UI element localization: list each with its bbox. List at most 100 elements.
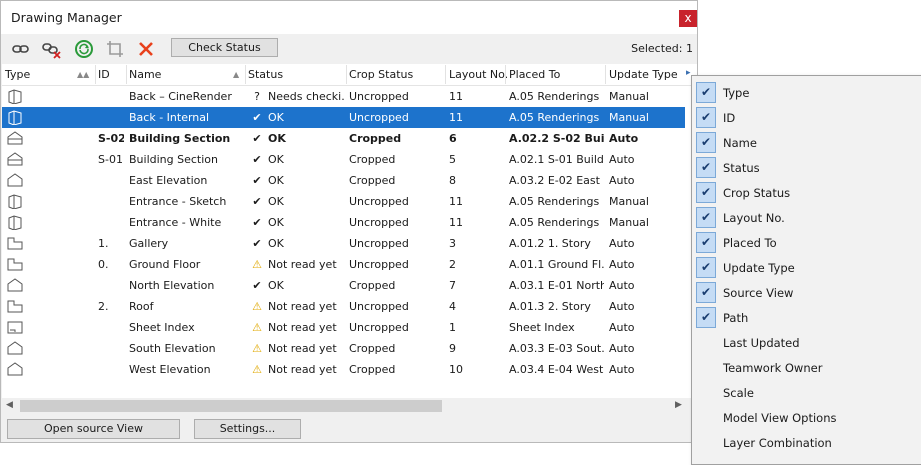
menu-item-column[interactable]: ✔ Layout No. [692,205,921,230]
delete-icon[interactable] [136,39,156,59]
menu-item-column[interactable]: Last Updated [692,330,921,355]
checkmark-icon: ✔ [252,237,262,250]
menu-item-label: Update Type [723,261,795,275]
menu-item-label: Layout No. [723,211,785,225]
menu-item-column[interactable]: ✔ Crop Status [692,180,921,205]
table-row[interactable]: Entrance - Sketch ✔ OK Uncropped 11 A.05 Rend… [2,191,685,212]
column-header-layout-no[interactable]: Layout No. [449,68,508,81]
column-header-id[interactable]: ID [98,68,110,81]
cell-status: ✔ OK [250,174,345,187]
column-divider[interactable] [95,65,96,84]
table-row[interactable]: S-02 Building Section ✔ OK Cropped 6 A.02.2 S-… [2,128,685,149]
column-menu-arrow-icon[interactable]: ▸ [686,68,691,78]
cell-status-text: Not read yet [268,342,337,355]
table-row[interactable]: S-01 Building Section ✔ OK Cropped 5 A.02.1 S-… [2,149,685,170]
menu-item-column[interactable]: ✔ Path [692,305,921,330]
cell-placed-to: A.03.4 E-04 West... [509,363,604,376]
table-row[interactable]: West Elevation ⚠ Not read yet Cropped 10 A.03… [2,359,685,380]
menu-item-column[interactable]: Scale [692,380,921,405]
menu-item-column[interactable]: Teamwork Owner [692,355,921,380]
cell-id: 0. [98,258,109,271]
open-source-view-button[interactable]: Open source View [7,419,180,439]
menu-item-column[interactable]: Model View Options [692,405,921,430]
checkmark-icon: ✔ [252,174,262,187]
cell-placed-to: A.05 Renderings [509,195,600,208]
elevation-icon [7,173,23,187]
table-row[interactable]: Entrance - White ✔ OK Uncropped 11 A.05 Rende… [2,212,685,233]
checkmark-icon: ✔ [696,232,716,253]
cell-update-type: Manual [609,216,649,229]
column-header-status[interactable]: Status [248,68,283,81]
column-divider[interactable] [505,65,506,84]
settings-button[interactable]: Settings... [194,419,301,439]
drawing-table: Type ▲▲ ID Name ▲ Status Crop Status Lay… [2,64,697,398]
table-row[interactable]: 0. Ground Floor ⚠ Not read yet Uncropped 2 A.0… [2,254,685,275]
cell-name: Back – CineRender [129,90,232,103]
update-icon[interactable] [74,39,94,59]
close-button[interactable]: x [679,10,697,27]
column-header-placed-to[interactable]: Placed To [509,68,560,81]
column-divider[interactable] [605,65,606,84]
cell-placed-to: A.05 Renderings [509,216,600,229]
column-divider[interactable] [346,65,347,84]
table-row[interactable]: Back – CineRender? Needs checki... Uncropp… [2,86,685,107]
checkmark-icon: ✔ [696,157,716,178]
table-row[interactable]: 1. Gallery ✔ OK Uncropped 3 A.01.2 1. Story Aut… [2,233,685,254]
table-row[interactable]: South Elevation ⚠ Not read yet Cropped 9 A.03… [2,338,685,359]
menu-item-column[interactable]: ✔ Placed To [692,230,921,255]
column-divider[interactable] [126,65,127,84]
scrollbar-thumb[interactable] [20,400,442,412]
cell-placed-to: A.01.3 2. Story [509,300,591,313]
cell-status-text: OK [268,153,284,166]
table-row[interactable]: Sheet Index ⚠ Not read yet Uncropped 1 Sheet … [2,317,685,338]
table-row[interactable]: Back - Internal ✔ OK Uncropped 11 A.05 Render… [2,107,685,128]
cell-crop-status: Uncropped [349,216,409,229]
crop-icon[interactable] [105,39,125,59]
column-header-crop-status[interactable]: Crop Status [349,68,413,81]
sort-icon[interactable]: ▲ [233,70,239,79]
cell-name: Ground Floor [129,258,201,271]
link-icon[interactable] [11,39,31,59]
cell-id: 1. [98,237,109,250]
menu-item-column[interactable]: ✔ Name [692,130,921,155]
horizontal-scrollbar[interactable]: ◀ ▶ [2,398,697,415]
column-divider[interactable] [445,65,446,84]
cell-placed-to: Sheet Index [509,321,575,334]
menu-item-label: Status [723,161,760,175]
checkmark-icon: ✔ [252,195,262,208]
cell-status: ✔ OK [250,195,345,208]
cell-crop-status: Cropped [349,153,396,166]
menu-item-label: Last Updated [723,336,800,350]
menu-item-label: ID [723,111,736,125]
scroll-left-icon[interactable]: ◀ [6,400,13,410]
cell-update-type: Auto [609,363,635,376]
check-status-button[interactable]: Check Status [171,38,278,57]
menu-item-column[interactable]: ✔ Type [692,80,921,105]
table-row[interactable]: East Elevation ✔ OK Cropped 8 A.03.2 E-02 Eas… [2,170,685,191]
column-header-update-type[interactable]: Update Type [609,68,678,81]
cell-name: South Elevation [129,342,216,355]
cell-layout-no: 1 [449,321,456,334]
column-divider[interactable] [245,65,246,84]
checkmark-icon: ✔ [252,111,262,124]
floor-plan-icon [7,300,23,313]
column-header-type[interactable]: Type [5,68,30,81]
menu-item-label: Teamwork Owner [723,361,823,375]
cell-update-type: Manual [609,111,649,124]
menu-item-column[interactable]: ✔ Update Type [692,255,921,280]
table-row[interactable]: North Elevation ✔ OK Cropped 7 A.03.1 E-01 No… [2,275,685,296]
menu-item-label: Scale [723,386,754,400]
unlink-icon[interactable] [41,39,61,59]
menu-item-column[interactable]: ✔ Status [692,155,921,180]
cell-crop-status: Cropped [349,132,402,145]
scroll-right-icon[interactable]: ▶ [675,400,682,410]
sort-icon[interactable]: ▲▲ [77,70,89,79]
menu-item-column[interactable]: ✔ Source View [692,280,921,305]
column-header-name[interactable]: Name [129,68,161,81]
cell-layout-no: 11 [449,195,463,208]
cell-layout-no: 11 [449,90,463,103]
cell-update-type: Auto [609,279,635,292]
menu-item-column[interactable]: ✔ ID [692,105,921,130]
table-row[interactable]: 2. Roof ⚠ Not read yet Uncropped 4 A.01.3 2. S… [2,296,685,317]
menu-item-column[interactable]: Layer Combination [692,430,921,455]
